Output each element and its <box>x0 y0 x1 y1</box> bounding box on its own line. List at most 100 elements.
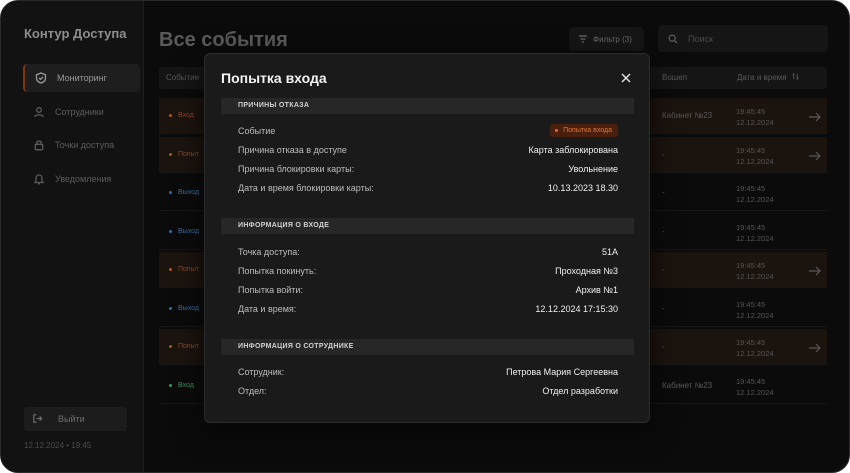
field-label: Дата и время: <box>238 304 297 314</box>
field-label: Причина блокировки карты: <box>238 164 355 174</box>
field-label: Дата и время блокировки карты: <box>238 183 374 193</box>
status-dot <box>169 229 172 233</box>
event-datetime: 19:45:45 12.12.2024 <box>736 184 774 204</box>
field-value: Карта заблокирована <box>528 145 618 155</box>
field-value: 10.13.2023 18.30 <box>547 183 618 193</box>
field-label: Попытка покинуть: <box>238 266 317 276</box>
field-enter-attempt: Попытка войти: Архив №1 <box>238 285 618 299</box>
sidebar-item-label: Уведомления <box>55 174 112 184</box>
event-datetime: 19:45:45 12.12.2024 <box>736 338 774 358</box>
arrow-right-icon[interactable] <box>808 148 822 160</box>
event-details-modal: Попытка входа ПРИЧИНЫ ОТКАЗА Событие Поп… <box>204 53 650 423</box>
field-value: Проходная №3 <box>555 266 618 276</box>
entered-room: - <box>662 303 665 313</box>
field-label: Отдел: <box>238 386 267 396</box>
current-datetime: 12.12.2024 • 19:45 <box>24 441 92 450</box>
search-icon <box>668 33 678 43</box>
entered-room: Кабинет №23 <box>662 111 713 120</box>
event-type: Попыт <box>169 151 199 158</box>
event-type: Выход <box>169 228 199 235</box>
event-datetime: 19:45:45 12.12.2024 <box>736 299 774 320</box>
logout-icon <box>32 413 44 425</box>
sidebar-item-access-points[interactable]: Точки доступа <box>23 131 140 159</box>
field-leave-attempt: Попытка покинуть: Проходная №3 <box>238 266 618 280</box>
logout-label: Выйти <box>58 414 85 424</box>
field-label: Причина отказа в доступе <box>238 145 347 155</box>
entered-room: Кабинет №23 <box>662 380 713 390</box>
field-value: 12.12.2024 17:15:30 <box>535 304 618 314</box>
column-entered[interactable]: Вошел <box>662 73 687 82</box>
column-event[interactable]: Событие <box>166 73 199 82</box>
event-datetime: 19:45:45 12.12.2024 <box>736 261 774 281</box>
field-event: Событие Попытка входа <box>238 124 618 140</box>
field-label: Событие <box>238 126 276 136</box>
section-employee-header: ИНФОРМАЦИЯ О СОТРУДНИКЕ <box>221 339 634 355</box>
logout-button[interactable]: Выйти <box>24 407 127 431</box>
field-block-reason: Причина блокировки карты: Увольнение <box>238 164 618 178</box>
event-datetime: 19:45:45 12.12.2024 <box>736 222 774 243</box>
filter-icon <box>579 35 587 43</box>
arrow-right-icon[interactable] <box>808 263 822 276</box>
close-icon[interactable] <box>621 70 633 83</box>
bell-icon <box>33 173 45 185</box>
event-type: Вход <box>169 382 194 389</box>
sidebar-item-label: Точки доступа <box>55 140 115 150</box>
event-type: Вход <box>169 112 194 119</box>
status-dot <box>169 114 172 117</box>
event-type: Попыт <box>169 266 199 273</box>
page-title: Все события <box>159 29 288 51</box>
field-label: Попытка войти: <box>238 285 303 295</box>
field-department: Отдел: Отдел разработки <box>238 386 618 400</box>
sidebar-item-label: Мониторинг <box>57 73 107 83</box>
search-box[interactable] <box>658 25 828 52</box>
status-dot <box>169 345 172 348</box>
app-window: Контур Доступа Мониторинг Сотрудники Точ… <box>0 0 850 473</box>
field-value: 51A <box>601 247 618 257</box>
event-datetime: 19:45:45 12.12.2024 <box>736 145 774 166</box>
event-datetime: 19:45:45 12.12.2024 <box>736 107 774 127</box>
status-dot <box>169 383 172 387</box>
status-dot <box>169 152 172 156</box>
filter-label: Фильтр (3) <box>593 34 632 44</box>
filter-button[interactable]: Фильтр (3) <box>569 27 644 51</box>
entered-room: - <box>662 342 665 351</box>
sidebar-item-label: Сотрудники <box>55 107 104 117</box>
field-block-date: Дата и время блокировки карты: 10.13.202… <box>238 183 618 197</box>
sidebar-item-employees[interactable]: Сотрудники <box>23 98 140 126</box>
sort-icon[interactable] <box>792 72 799 83</box>
arrow-right-icon[interactable] <box>808 340 822 353</box>
entered-room: - <box>662 149 665 159</box>
sidebar-item-notifications[interactable]: Уведомления <box>23 165 140 193</box>
modal-title: Попытка входа <box>221 70 327 86</box>
sidebar: Контур Доступа Мониторинг Сотрудники Точ… <box>1 1 144 472</box>
status-dot <box>169 268 172 271</box>
field-employee: Сотрудник: Петрова Мария Сергеевна <box>238 367 618 381</box>
shield-icon <box>35 72 47 84</box>
section-entry-header: ИНФОРМАЦИЯ О ВХОДЕ <box>221 218 634 234</box>
sidebar-item-monitoring[interactable]: Мониторинг <box>23 64 140 92</box>
entered-room: - <box>662 226 665 236</box>
event-type: Выход <box>169 189 199 196</box>
event-datetime: 19:45:45 12.12.2024 <box>736 376 774 397</box>
event-type: Выход <box>169 305 199 312</box>
brand-logo: Контур Доступа <box>24 26 127 41</box>
field-label: Точка доступа: <box>238 247 300 257</box>
event-type: Попыт <box>169 343 199 350</box>
field-label: Сотрудник: <box>238 367 285 377</box>
field-value: Увольнение <box>568 164 618 174</box>
entered-room: - <box>662 265 665 274</box>
search-input[interactable] <box>688 33 808 44</box>
column-datetime[interactable]: Дата и время <box>737 73 787 82</box>
field-value: Архив №1 <box>575 285 618 295</box>
arrow-right-icon[interactable] <box>808 109 822 122</box>
field-value: Отдел разработки <box>542 386 618 396</box>
status-dot <box>169 306 172 310</box>
field-access-point: Точка доступа: 51A <box>238 247 618 261</box>
status-dot <box>169 191 172 194</box>
field-reason: Причина отказа в доступе Карта заблокиро… <box>238 145 618 159</box>
users-icon <box>33 106 45 118</box>
status-badge: Попытка входа <box>550 124 618 137</box>
lock-icon <box>33 139 45 151</box>
section-reasons-header: ПРИЧИНЫ ОТКАЗА <box>221 98 634 114</box>
field-value: Петрова Мария Сергеевна <box>506 367 618 377</box>
